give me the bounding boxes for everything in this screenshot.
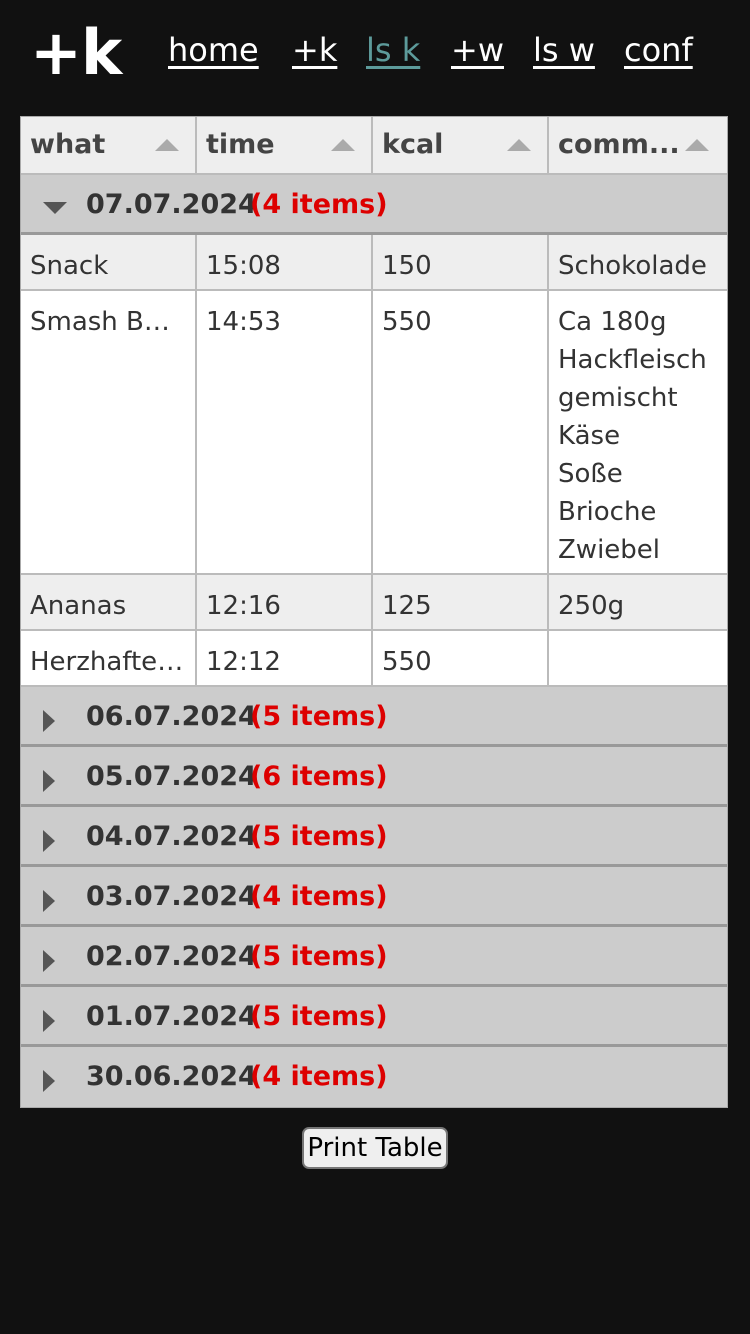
group-date: 30.06.2024 (86, 1061, 257, 1092)
expand-arrow-icon[interactable] (43, 1010, 55, 1032)
column-header-label: kcal (382, 129, 444, 160)
group-date: 06.07.2024 (86, 701, 257, 732)
column-header-label: comm... (558, 129, 680, 160)
group-row-collapsed[interactable]: 02.07.2024 (5 items) (21, 927, 727, 987)
group-item-count: (5 items) (250, 941, 388, 972)
print-table-button[interactable]: Print Table (302, 1127, 448, 1169)
entries-table: what time kcal comm... 07.07.2024 (4 ite… (20, 116, 728, 1108)
group-item-count: (5 items) (250, 1001, 388, 1032)
cell-time: 12:12 (197, 631, 373, 685)
group-row-expanded[interactable]: 07.07.2024 (4 items) (21, 175, 727, 235)
expand-arrow-icon[interactable] (43, 710, 55, 732)
sort-ascending-icon[interactable] (685, 139, 709, 151)
cell-time: 12:16 (197, 575, 373, 629)
cell-comment (549, 631, 725, 685)
nav-add-kcal-link[interactable]: +k (292, 28, 337, 72)
nav-config-link[interactable]: conf (624, 28, 693, 72)
cell-comment: 250g (558, 591, 625, 621)
column-header-what[interactable]: what (21, 117, 197, 173)
group-date: 01.07.2024 (86, 1001, 257, 1032)
group-item-count: (4 items) (250, 189, 388, 220)
expand-arrow-icon[interactable] (43, 950, 55, 972)
group-row-collapsed[interactable]: 30.06.2024 (4 items) (21, 1047, 727, 1107)
group-row-collapsed[interactable]: 05.07.2024 (6 items) (21, 747, 727, 807)
group-row-collapsed[interactable]: 04.07.2024 (5 items) (21, 807, 727, 867)
cell-kcal: 550 (373, 631, 549, 685)
group-item-count: (5 items) (250, 821, 388, 852)
group-date: 07.07.2024 (86, 189, 257, 220)
group-row-collapsed[interactable]: 06.07.2024 (5 items) (21, 687, 727, 747)
cell-what: Herzhafte ... (21, 631, 197, 685)
group-item-count: (6 items) (250, 761, 388, 792)
cell-what: Snack (21, 235, 197, 289)
nav-list-weight-link[interactable]: ls w (533, 28, 595, 72)
column-header-comment[interactable]: comm... (549, 117, 725, 173)
column-header-time[interactable]: time (197, 117, 373, 173)
sort-ascending-icon[interactable] (331, 139, 355, 151)
group-row-collapsed[interactable]: 01.07.2024 (5 items) (21, 987, 727, 1047)
expand-arrow-icon[interactable] (43, 830, 55, 852)
column-header-label: time (206, 129, 275, 160)
cell-what: Smash Bur... (21, 291, 197, 573)
table-row[interactable]: Herzhafte ... 12:12 550 (21, 631, 727, 687)
table-header: what time kcal comm... (21, 117, 727, 175)
expand-arrow-icon[interactable] (43, 890, 55, 912)
cell-comment: Ca 180g Hackfleisch gemischt Käse Soße B… (558, 307, 707, 565)
cell-time: 14:53 (197, 291, 373, 573)
group-date: 05.07.2024 (86, 761, 257, 792)
collapse-arrow-icon[interactable] (43, 202, 67, 214)
table-row[interactable]: Smash Bur... 14:53 550 Ca 180g Hackfleis… (21, 291, 727, 575)
column-header-label: what (30, 129, 106, 160)
nav-list-kcal-link[interactable]: ls k (366, 28, 420, 72)
cell-comment: Schokolade (558, 251, 707, 281)
table-row[interactable]: Snack 15:08 150 Schokolade (21, 235, 727, 291)
table-row[interactable]: Ananas 12:16 125 250g (21, 575, 727, 631)
group-row-collapsed[interactable]: 03.07.2024 (4 items) (21, 867, 727, 927)
cell-kcal: 150 (373, 235, 549, 289)
expand-arrow-icon[interactable] (43, 1070, 55, 1092)
app-logo: +k (30, 16, 122, 89)
sort-ascending-icon[interactable] (155, 139, 179, 151)
group-item-count: (4 items) (250, 1061, 388, 1092)
cell-kcal: 125 (373, 575, 549, 629)
cell-what: Ananas (21, 575, 197, 629)
cell-time: 15:08 (197, 235, 373, 289)
column-header-kcal[interactable]: kcal (373, 117, 549, 173)
group-item-count: (5 items) (250, 701, 388, 732)
group-date: 03.07.2024 (86, 881, 257, 912)
sort-ascending-icon[interactable] (507, 139, 531, 151)
nav-add-weight-link[interactable]: +w (451, 28, 504, 72)
cell-kcal: 550 (373, 291, 549, 573)
group-item-count: (4 items) (250, 881, 388, 912)
group-date: 02.07.2024 (86, 941, 257, 972)
nav-home-link[interactable]: home (168, 28, 259, 72)
group-date: 04.07.2024 (86, 821, 257, 852)
expand-arrow-icon[interactable] (43, 770, 55, 792)
